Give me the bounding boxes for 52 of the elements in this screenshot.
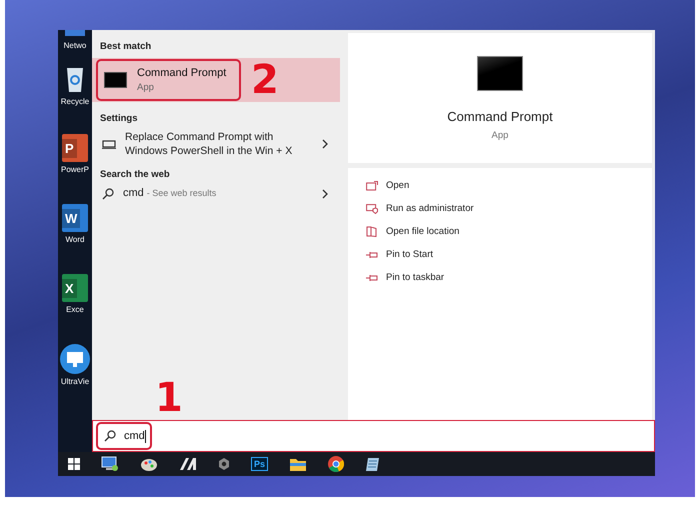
pin-icon bbox=[366, 274, 378, 282]
desktop-icon-label: Netwo bbox=[64, 41, 86, 50]
hexagon-icon[interactable] bbox=[218, 458, 230, 470]
photoshop-icon[interactable]: Ps bbox=[251, 457, 268, 471]
chrome-icon[interactable] bbox=[328, 456, 344, 472]
desktop-icon-label: Recycle bbox=[60, 97, 90, 106]
palette-icon[interactable] bbox=[140, 456, 158, 472]
search-icon bbox=[104, 430, 116, 442]
slash-logo-icon[interactable] bbox=[179, 457, 197, 471]
app-title: Command Prompt bbox=[447, 109, 553, 124]
result-subtitle: App bbox=[137, 82, 155, 93]
search-icon bbox=[102, 188, 114, 200]
result-title: Command Prompt bbox=[137, 67, 226, 79]
step-number: 2 bbox=[251, 60, 279, 100]
desktop-icon-label: Word bbox=[66, 235, 84, 244]
settings-result[interactable]: Replace Command Prompt with Windows PowerShell in the Win + X bbox=[92, 130, 340, 158]
search-field[interactable]: cmd bbox=[92, 420, 655, 452]
query-text: cmd bbox=[123, 187, 144, 200]
action-item[interactable]: Open bbox=[366, 178, 652, 193]
chevron-icon[interactable] bbox=[322, 188, 328, 199]
result-text: Replace Command Prompt with Windows PowerShell in the Win + X bbox=[125, 130, 294, 158]
section-heading: Settings bbox=[99, 113, 138, 124]
shield-icon bbox=[366, 204, 378, 214]
web-result[interactable]: cmd - See web results bbox=[92, 186, 340, 202]
best-match-item[interactable]: Command Prompt App 2 bbox=[92, 58, 340, 102]
monitor-icon[interactable] bbox=[60, 344, 90, 374]
action-item[interactable]: Pin to Start bbox=[366, 247, 652, 262]
web-hint: - See web results bbox=[146, 188, 216, 198]
terminal-icon bbox=[477, 56, 523, 91]
chevron-icon[interactable] bbox=[322, 139, 328, 150]
notepad-icon[interactable] bbox=[365, 456, 382, 472]
terminal-icon bbox=[104, 72, 127, 88]
excel-icon[interactable]: X bbox=[62, 274, 88, 302]
document-icon bbox=[366, 226, 378, 237]
search-value: cmd bbox=[124, 430, 145, 442]
window-icon bbox=[366, 180, 378, 190]
app-subtitle: App bbox=[492, 130, 508, 141]
section-heading: Search the web bbox=[99, 169, 171, 180]
word-icon[interactable]: W bbox=[62, 204, 88, 232]
section-heading: Best match bbox=[99, 41, 152, 52]
windows-start-icon[interactable] bbox=[68, 458, 80, 470]
action-item[interactable]: Run as administrator bbox=[366, 201, 652, 216]
desktop-icon-label: PowerP bbox=[60, 165, 89, 174]
step-number: 1 bbox=[155, 378, 183, 418]
action-item[interactable]: Open file location bbox=[366, 224, 652, 239]
desktop-icon-label: UltraVie bbox=[60, 377, 90, 386]
powerpoint-icon[interactable]: P bbox=[62, 134, 88, 162]
desktop-icon-label: Exce bbox=[66, 305, 84, 314]
pin-icon bbox=[366, 250, 378, 258]
action-item[interactable]: Pin to taskbar bbox=[366, 270, 652, 285]
laptop-icon bbox=[102, 140, 116, 149]
folder-icon[interactable] bbox=[289, 456, 308, 472]
